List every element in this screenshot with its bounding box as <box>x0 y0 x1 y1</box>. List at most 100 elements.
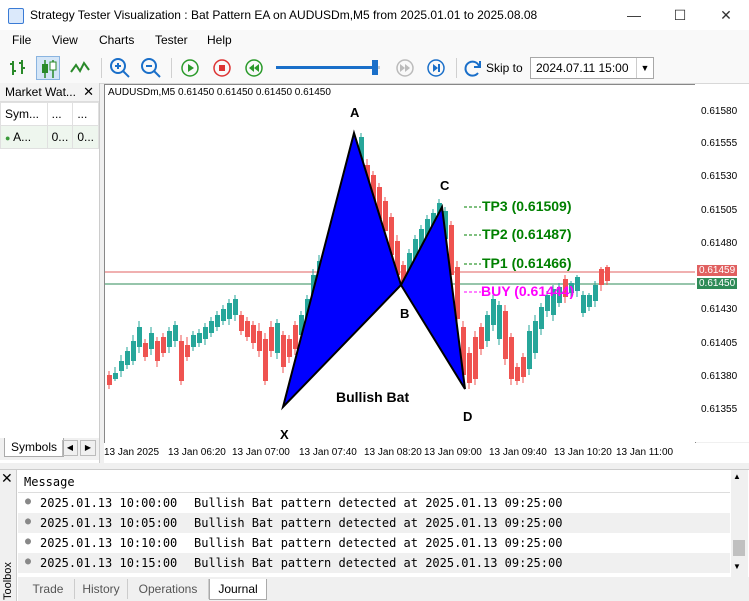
column-header[interactable]: Sym... <box>0 102 48 126</box>
menu-view[interactable]: View <box>52 33 78 47</box>
time-tick-label: 13 Jan 10:20 <box>554 447 612 458</box>
time-axis: 13 Jan 2025 13 Jan 06:20 13 Jan 07:00 13 Ja… <box>104 443 749 463</box>
toolbar-separator <box>456 58 457 78</box>
play-icon[interactable] <box>178 56 202 80</box>
chevron-down-icon[interactable]: ▼ <box>636 58 653 78</box>
speed-slider-thumb[interactable] <box>371 60 378 75</box>
column-header[interactable]: ... <box>72 102 99 126</box>
candle-body <box>173 325 178 341</box>
tab-trade[interactable]: Trade <box>22 579 75 599</box>
candle-body <box>185 345 190 357</box>
market-watch-tabs: Symbols ◀ ▶ <box>0 438 100 460</box>
price-tick-label: 0.61405 <box>701 338 738 349</box>
candle-body <box>485 315 490 341</box>
candle-body <box>491 299 496 325</box>
scroll-up-icon[interactable]: ▲ <box>733 472 741 481</box>
menu-charts[interactable]: Charts <box>99 33 134 47</box>
tp3-label: TP3 (0.61509) <box>482 198 572 214</box>
tab-history[interactable]: History <box>75 579 128 599</box>
skip-forward-icon[interactable] <box>393 56 417 80</box>
menu-tester[interactable]: Tester <box>155 33 188 47</box>
candle-body <box>575 277 580 291</box>
bar-chart-icon[interactable] <box>6 56 30 80</box>
candlestick-chart-icon[interactable] <box>36 56 60 80</box>
menu-file[interactable]: File <box>12 33 31 47</box>
log-row[interactable]: ● 2025.01.13 10:15:00 Bullish Bat patter… <box>18 553 730 573</box>
bid-cell: 0... <box>46 125 74 149</box>
candle-body <box>263 339 268 381</box>
skip-to-date-combo[interactable]: 2024.07.11 15:00 ▼ <box>530 57 654 79</box>
candle-body <box>599 269 604 285</box>
close-icon[interactable]: ✕ <box>1 470 13 487</box>
log-row[interactable]: ● 2025.01.13 10:00:00 Bullish Bat patter… <box>18 493 730 513</box>
log-row[interactable]: ● 2025.01.13 10:05:00 Bullish Bat patter… <box>18 513 730 533</box>
line-chart-icon[interactable] <box>68 56 92 80</box>
point-x-label: X <box>280 427 289 442</box>
tab-journal[interactable]: Journal <box>209 579 267 600</box>
candle-body <box>179 341 184 381</box>
candle-body <box>605 267 610 281</box>
minimize-button[interactable]: — <box>611 0 657 30</box>
column-header[interactable]: ... <box>46 102 74 126</box>
market-watch-header: Market Wat... ✕ <box>0 83 99 102</box>
scroll-right-icon[interactable]: ▶ <box>80 440 96 456</box>
bullet-icon: ● <box>25 556 32 567</box>
table-header-row: Sym... ... ... <box>0 102 99 126</box>
chart-area[interactable]: AUDUSDm,M5 0.61450 0.61450 0.61450 0.614… <box>104 84 696 444</box>
candle-body <box>479 327 484 349</box>
maximize-button[interactable]: ☐ <box>657 0 703 30</box>
scroll-left-icon[interactable]: ◀ <box>62 440 78 456</box>
candle-body <box>287 339 292 357</box>
skip-to-icon[interactable] <box>461 56 485 80</box>
skip-to-date-value: 2024.07.11 15:00 <box>536 61 629 75</box>
candle-body <box>221 309 226 321</box>
toolbar-separator <box>101 58 102 78</box>
rewind-icon[interactable] <box>242 56 266 80</box>
candle-body <box>527 331 532 369</box>
candle-body <box>167 331 172 347</box>
candle-body <box>203 327 208 339</box>
toolbox-tabs: Trade History Operations Journal <box>18 577 749 601</box>
menu-help[interactable]: Help <box>207 33 232 47</box>
candle-body <box>473 337 478 379</box>
step-forward-icon[interactable] <box>424 56 448 80</box>
price-tick-label: 0.61355 <box>701 404 738 415</box>
tab-symbols[interactable]: Symbols <box>4 438 64 457</box>
candle-body <box>269 327 274 351</box>
price-tick-label: 0.61380 <box>701 371 738 382</box>
time-tick-label: 13 Jan 06:20 <box>168 447 226 458</box>
candle-body <box>581 295 586 313</box>
price-tick-label: 0.61555 <box>701 138 738 149</box>
close-button[interactable]: ✕ <box>703 0 749 30</box>
candle-body <box>233 299 238 315</box>
candle-body <box>215 315 220 327</box>
scrollbar-thumb[interactable] <box>733 540 745 556</box>
price-tick-label: 0.61580 <box>701 106 738 117</box>
toolbox-label: Toolbox <box>2 562 14 600</box>
message-column-header[interactable]: Message <box>18 470 730 493</box>
zoom-out-icon[interactable] <box>139 56 163 80</box>
tab-operations[interactable]: Operations <box>128 579 209 599</box>
bullet-icon: ● <box>25 516 32 527</box>
table-row[interactable]: ● A... 0... 0... <box>0 125 99 149</box>
scroll-down-icon[interactable]: ▼ <box>733 562 741 571</box>
log-row[interactable]: ● 2025.01.13 10:10:00 Bullish Bat patter… <box>18 533 730 553</box>
speed-slider-track[interactable] <box>276 60 380 75</box>
close-icon[interactable]: ✕ <box>83 84 94 100</box>
market-watch-table: Sym... ... ... ● A... 0... 0... <box>0 102 99 149</box>
candle-body <box>197 333 202 343</box>
symbol-cell: ● A... <box>0 125 48 149</box>
bid-price-badge: 0.61450 <box>697 278 737 289</box>
vertical-scrollbar[interactable]: ▲ ▼ <box>731 470 748 577</box>
bullet-icon: ● <box>25 536 32 547</box>
bullet-icon: ● <box>25 496 32 507</box>
speed-slider-fill <box>276 66 375 69</box>
time-tick-label: 13 Jan 11:00 <box>616 447 674 458</box>
candle-body <box>245 321 250 337</box>
stop-icon[interactable] <box>210 56 234 80</box>
price-tick-label: 0.61480 <box>701 238 738 249</box>
zoom-in-icon[interactable] <box>108 56 132 80</box>
toolbox-panel: ✕ Toolbox Message ● 2025.01.13 10:00:00 … <box>0 469 749 601</box>
time-tick-label: 13 Jan 09:40 <box>489 447 547 458</box>
candle-body <box>503 311 508 359</box>
